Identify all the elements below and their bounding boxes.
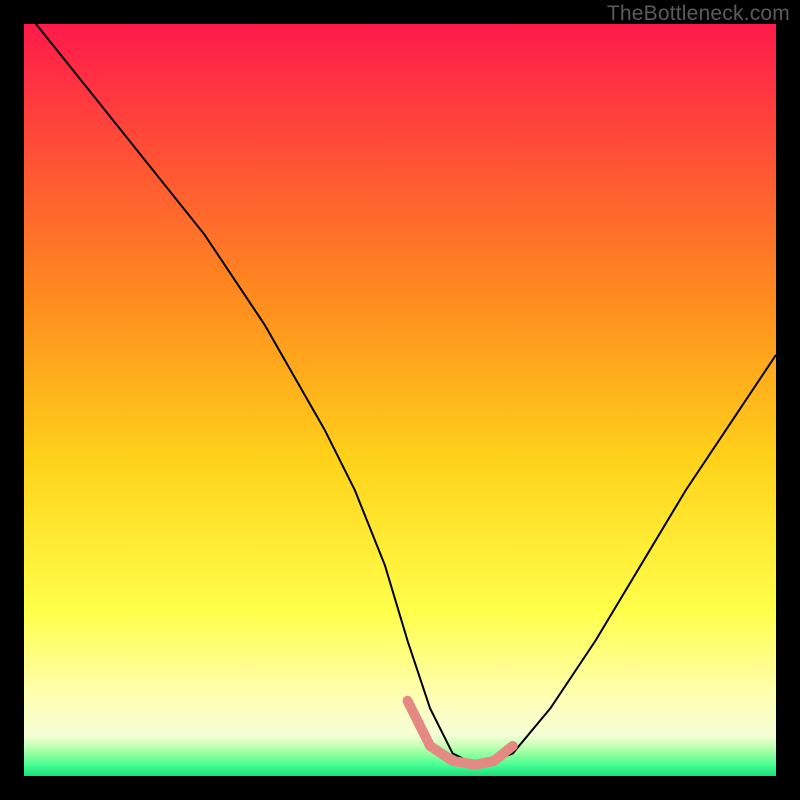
watermark-text: TheBottleneck.com	[607, 2, 790, 26]
bottleneck-chart	[24, 24, 776, 776]
plot-area	[24, 24, 776, 776]
chart-frame: TheBottleneck.com	[0, 0, 800, 800]
gradient-background	[24, 24, 776, 776]
